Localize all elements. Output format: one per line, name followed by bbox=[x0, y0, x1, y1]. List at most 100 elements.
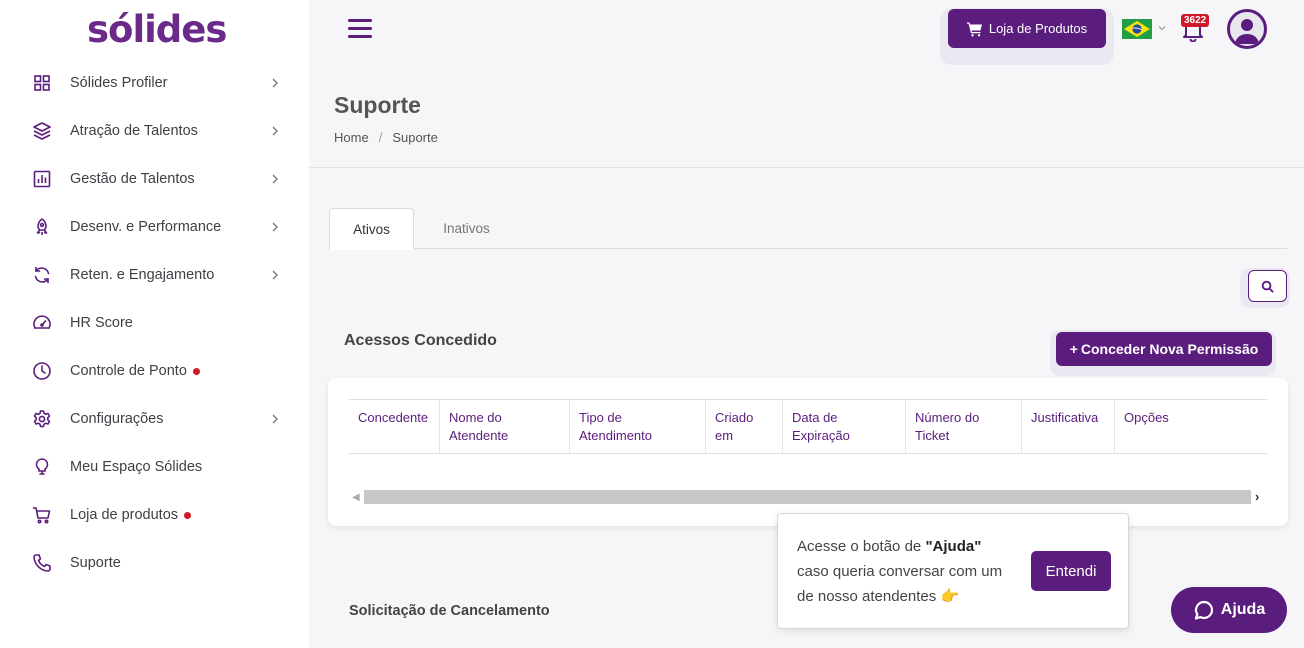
clock-icon bbox=[32, 361, 52, 381]
sidebar-item-label-text: Loja de produtos bbox=[70, 507, 179, 523]
lightbulb-icon bbox=[32, 457, 52, 477]
search-button[interactable] bbox=[1248, 270, 1287, 302]
sidebar-item-suporte[interactable]: Suporte bbox=[0, 539, 309, 587]
header-divider bbox=[309, 167, 1304, 168]
brazil-flag-icon[interactable] bbox=[1122, 19, 1152, 39]
column-header-nome-atendente[interactable]: Nome do Atendente bbox=[440, 400, 570, 453]
shop-products-button[interactable]: Loja de Produtos bbox=[948, 9, 1106, 48]
chevron-right-icon bbox=[272, 126, 278, 136]
sidebar-item-label: Controle de Ponto bbox=[70, 363, 200, 379]
scrollbar-thumb[interactable] bbox=[364, 490, 1251, 504]
help-button[interactable]: Ajuda bbox=[1171, 587, 1287, 633]
solides-logo[interactable]: sólides bbox=[87, 8, 227, 51]
breadcrumb: Home / Suporte bbox=[334, 130, 438, 145]
sidebar-item-label: Sólides Profiler bbox=[70, 75, 168, 91]
column-header-tipo-atendimento[interactable]: Tipo de Atendimento bbox=[570, 400, 706, 453]
column-header-line: Opções bbox=[1124, 410, 1169, 425]
access-section-title: Acessos Concedido bbox=[344, 332, 497, 349]
column-header-line: Atendimento bbox=[579, 428, 652, 443]
chevron-right-icon bbox=[272, 414, 278, 424]
refresh-icon bbox=[32, 265, 52, 285]
horizontal-scrollbar[interactable]: ◀ › bbox=[349, 489, 1267, 505]
gear-icon bbox=[32, 409, 52, 429]
sidebar-item-desenv-performance[interactable]: Desenv. e Performance bbox=[0, 203, 309, 251]
tab-inativos[interactable]: Inativos bbox=[424, 208, 509, 249]
sidebar-item-label: Atração de Talentos bbox=[70, 123, 198, 139]
cart-icon bbox=[966, 22, 982, 36]
user-icon bbox=[1235, 19, 1259, 44]
column-header-line: Data de bbox=[792, 410, 838, 425]
cart-icon bbox=[32, 505, 52, 525]
column-header-line: Tipo de bbox=[579, 410, 622, 425]
help-tip-text-after: caso queria conversar com um de nosso at… bbox=[797, 563, 1003, 605]
column-header-data-expiracao[interactable]: Data de Expiração bbox=[783, 400, 906, 453]
sidebar-item-reten-engajamento[interactable]: Reten. e Engajamento bbox=[0, 251, 309, 299]
sidebar-item-solides-profiler[interactable]: Sólides Profiler bbox=[0, 59, 309, 107]
scroll-left-icon[interactable]: ◀ bbox=[352, 492, 360, 503]
help-tip-text-bold: "Ajuda" bbox=[925, 538, 982, 555]
chevron-down-icon[interactable] bbox=[1157, 23, 1167, 33]
help-tip-text: Acesse o botão de "Ajuda" caso queria co… bbox=[797, 534, 1017, 609]
sidebar-item-atracao-talentos[interactable]: Atração de Talentos bbox=[0, 107, 309, 155]
sidebar-item-loja-produtos[interactable]: Loja de produtos bbox=[0, 491, 309, 539]
sidebar-nav: Sólides Profiler Atração de Talentos Ges… bbox=[0, 59, 309, 587]
column-header-numero-ticket[interactable]: Número do Ticket bbox=[906, 400, 1022, 453]
sidebar: sólides Sólides Profiler Atração de Tale… bbox=[0, 0, 309, 648]
chevron-right-icon bbox=[272, 78, 278, 88]
bar-chart-icon bbox=[32, 169, 52, 189]
sidebar-item-label: Configurações bbox=[70, 411, 164, 427]
column-header-line: Expiração bbox=[792, 428, 850, 443]
column-header-line: Nome do bbox=[449, 410, 502, 425]
tab-bar: Ativos Inativos bbox=[329, 208, 1287, 250]
menu-toggle-icon[interactable] bbox=[348, 19, 372, 39]
chat-bubble-icon bbox=[1194, 600, 1213, 620]
chevron-right-icon bbox=[272, 174, 278, 184]
plus-icon: + bbox=[1069, 341, 1078, 357]
alert-dot bbox=[184, 512, 192, 519]
shop-products-label: Loja de Produtos bbox=[988, 21, 1088, 36]
help-tip-text-before: Acesse o botão de bbox=[797, 538, 926, 555]
breadcrumb-home[interactable]: Home bbox=[334, 130, 369, 145]
sidebar-item-hr-score[interactable]: HR Score bbox=[0, 299, 309, 347]
sidebar-item-label: Desenv. e Performance bbox=[70, 219, 222, 235]
grant-permission-label: Conceder Nova Permissão bbox=[1080, 341, 1259, 357]
column-header-line: em bbox=[715, 428, 734, 443]
notification-badge: 3622 bbox=[1181, 14, 1210, 27]
column-header-line: Justificativa bbox=[1031, 410, 1099, 425]
sidebar-item-gestao-talentos[interactable]: Gestão de Talentos bbox=[0, 155, 309, 203]
sidebar-item-label: HR Score bbox=[70, 315, 133, 331]
column-header-opcoes[interactable]: Opções bbox=[1115, 400, 1267, 453]
column-header-justificativa[interactable]: Justificativa bbox=[1022, 400, 1115, 453]
sidebar-item-label: Loja de produtos bbox=[70, 507, 192, 523]
rocket-icon bbox=[32, 217, 52, 237]
avatar[interactable] bbox=[1227, 9, 1267, 49]
grid-icon bbox=[32, 73, 52, 93]
scroll-right-icon[interactable]: › bbox=[1255, 489, 1259, 504]
help-label: Ajuda bbox=[1220, 601, 1266, 618]
sidebar-item-label: Suporte bbox=[70, 555, 121, 571]
grant-permission-button[interactable]: + Conceder Nova Permissão bbox=[1056, 332, 1272, 366]
column-header-line: Criado bbox=[715, 410, 754, 425]
chevron-right-icon bbox=[272, 222, 278, 232]
help-tip-popup: Acesse o botão de "Ajuda" caso queria co… bbox=[777, 513, 1129, 629]
sidebar-item-label-text: Controle de Ponto bbox=[70, 363, 187, 379]
cancel-section-title: Solicitação de Cancelamento bbox=[349, 603, 550, 619]
search-icon bbox=[1261, 280, 1274, 293]
column-header-criado-em[interactable]: Criado em bbox=[706, 400, 783, 453]
sidebar-item-meu-espaco[interactable]: Meu Espaço Sólides bbox=[0, 443, 309, 491]
breadcrumb-current: Suporte bbox=[392, 130, 438, 145]
phone-icon bbox=[32, 553, 52, 573]
sidebar-item-label: Gestão de Talentos bbox=[70, 171, 195, 187]
chevron-right-icon bbox=[272, 270, 278, 280]
gauge-icon bbox=[32, 313, 52, 333]
sidebar-item-configuracoes[interactable]: Configurações bbox=[0, 395, 309, 443]
tab-ativos[interactable]: Ativos bbox=[329, 208, 414, 250]
sidebar-item-controle-ponto[interactable]: Controle de Ponto bbox=[0, 347, 309, 395]
sidebar-item-label: Meu Espaço Sólides bbox=[70, 459, 203, 475]
layers-icon bbox=[32, 121, 52, 141]
column-header-concedente[interactable]: Concedente bbox=[349, 400, 440, 453]
breadcrumb-separator: / bbox=[378, 130, 383, 145]
access-table-header: Concedente Nome do Atendente Tipo de Atend… bbox=[349, 399, 1267, 454]
alert-dot bbox=[192, 368, 200, 375]
understood-button[interactable]: Entendi bbox=[1031, 551, 1111, 591]
